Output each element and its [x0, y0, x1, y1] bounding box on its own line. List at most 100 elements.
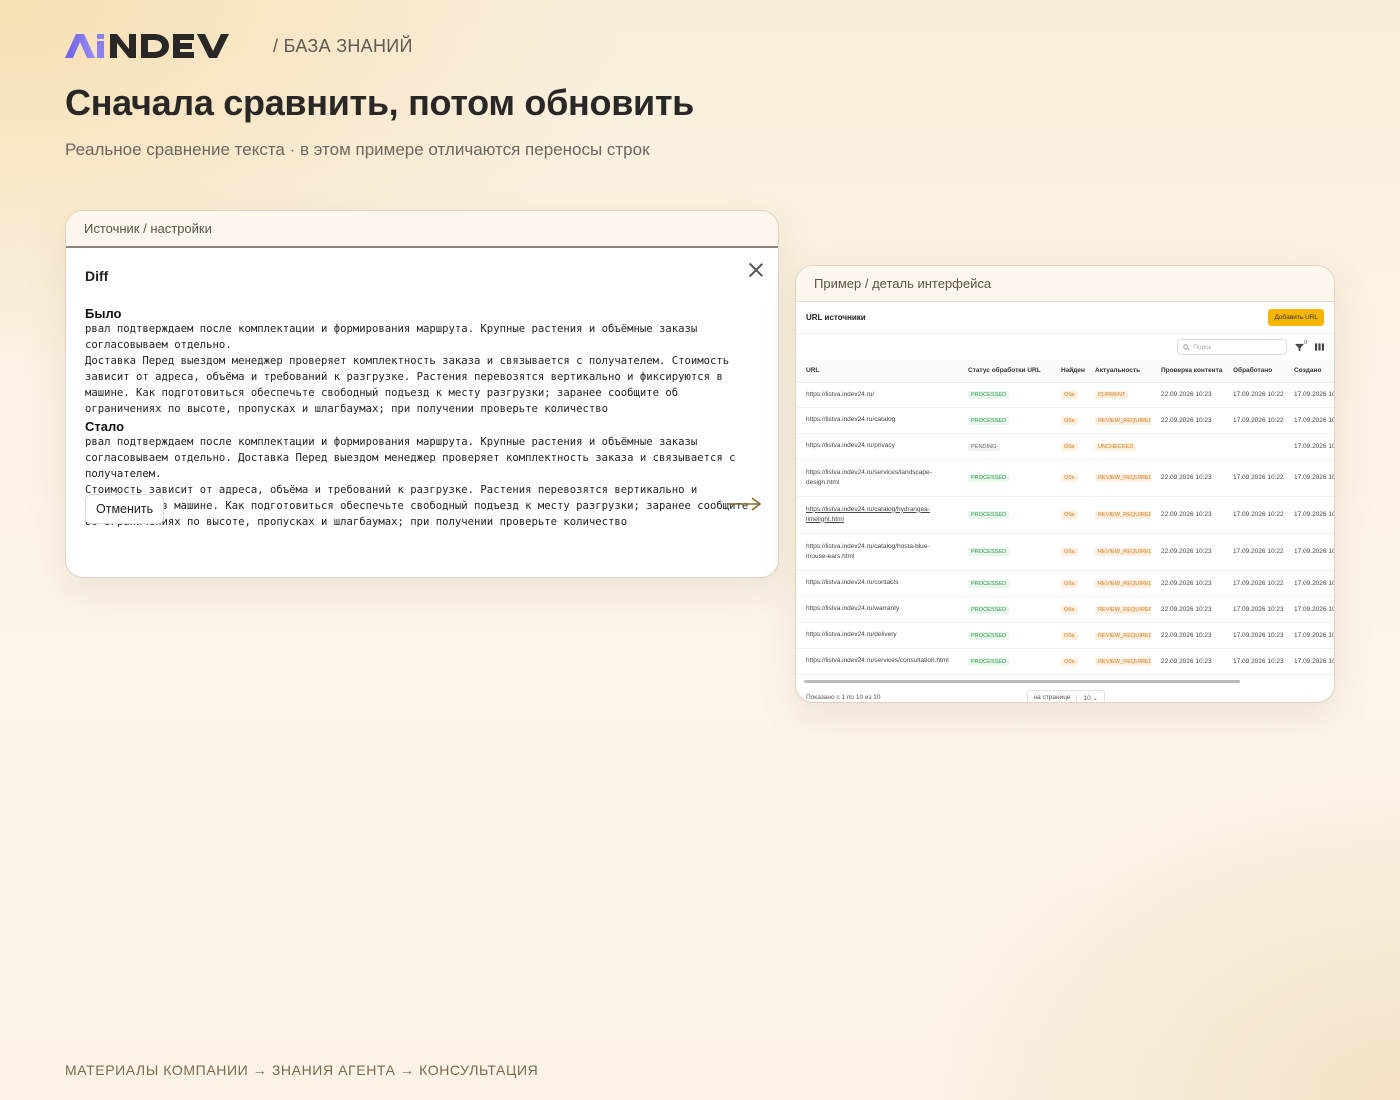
table-cell: PROCESSED: [958, 570, 1051, 597]
table-row[interactable]: https://listva.indev24.ru/services/consu…: [796, 648, 1334, 675]
arrow-right-icon[interactable]: [726, 494, 762, 514]
column-header[interactable]: Статус обработки URL: [958, 360, 1051, 383]
table-cell: REVIEW_REQUIRED: [1085, 533, 1151, 571]
column-header[interactable]: URL: [796, 360, 958, 383]
dialog-title: Diff: [85, 268, 109, 284]
table-cell[interactable]: https://listva.indev24.ru/catalog/hydran…: [796, 496, 958, 534]
table-cell[interactable]: https://listva.indev24.ru/catalog/hosta-…: [796, 533, 958, 571]
table-cell: 17.09.2026 10:22: [1223, 496, 1284, 534]
actuality-badge: REVIEW_REQUIRED: [1095, 548, 1151, 556]
processed-date: 17.09.2026 10:22: [1233, 511, 1284, 518]
filter-icon: [1295, 343, 1305, 352]
found-badge: Оба: [1061, 579, 1078, 588]
url-link[interactable]: https://listva.indev24.ru/catalog: [806, 416, 895, 423]
content-check-date: 22.09.2026 10:23: [1161, 631, 1212, 639]
processed-date: 17.09.2026 10:23: [1233, 605, 1284, 613]
filter-button[interactable]: 0: [1295, 340, 1307, 352]
column-header[interactable]: Создано: [1284, 360, 1334, 383]
table-row[interactable]: https://listva.indev24.ru/warranty PROCES…: [796, 596, 1334, 623]
column-header[interactable]: Обработано: [1223, 360, 1284, 383]
found-badge: Оба: [1061, 442, 1078, 451]
url-link[interactable]: https://listva.indev24.ru/contacts: [806, 579, 899, 586]
before-text: рвал подтверждаем после комплектации и ф…: [85, 323, 730, 415]
table-cell: 22.09.2026 10:23: [1151, 622, 1223, 649]
url-link[interactable]: https://listva.indev24.ru/services/lands…: [806, 469, 932, 486]
table-cell[interactable]: https://listva.indev24.ru/warranty: [796, 596, 958, 623]
content-check-date: 22.09.2026 10:23: [1161, 579, 1212, 587]
url-link[interactable]: https://listva.indev24.ru/services/consu…: [806, 657, 949, 664]
table-cell: 22.09.2026 10:23: [1151, 496, 1223, 534]
url-link[interactable]: https://listva.indev24.ru/: [806, 391, 874, 398]
table-cell: Оба: [1051, 382, 1085, 408]
content-check-date: 22.09.2026 10:23: [1161, 416, 1212, 424]
diff-dialog: Diff Было рвал подтверждаем после компле…: [66, 248, 778, 530]
url-link[interactable]: https://listva.indev24.ru/warranty: [806, 605, 899, 612]
table-cell: 22.09.2026 10:23: [1151, 533, 1223, 571]
found-badge: Оба: [1061, 631, 1078, 640]
url-link[interactable]: https://listva.indev24.ru/privacy: [806, 442, 895, 449]
actuality-badge: REVIEW_REQUIRED: [1095, 657, 1151, 666]
table-cell: 17.09.2026 10: [1284, 648, 1334, 675]
column-header[interactable]: Найден: [1051, 360, 1085, 383]
status-badge: PROCESSED: [968, 474, 1010, 482]
table-cell: Оба: [1051, 407, 1085, 434]
after-label: Стало: [85, 419, 125, 434]
table-cell[interactable]: https://listva.indev24.ru/catalog: [796, 407, 958, 434]
interface-detail-card: Пример / деталь интерфейса URL источники…: [795, 265, 1335, 703]
table-cell: Оба: [1051, 648, 1085, 675]
diff-card-caption: Источник / настройки: [66, 211, 778, 248]
per-page-select[interactable]: на странице 10 ⌄: [1026, 690, 1105, 702]
search-input[interactable]: Поиск: [1177, 339, 1288, 355]
table-cell: Оба: [1051, 459, 1085, 497]
table-row[interactable]: https://listva.indev24.ru/services/lands…: [796, 459, 1335, 497]
table-row[interactable]: https://listva.indev24.ru/PROCESSED Оба CU…: [796, 382, 1334, 408]
table-row[interactable]: https://listva.indev24.ru/catalog/hydran…: [796, 496, 1334, 534]
table-cell: REVIEW_REQUIRED: [1085, 648, 1151, 675]
table-cell: 17.09.2026 10:22: [1223, 407, 1284, 434]
table-cell[interactable]: https://listva.indev24.ru/services/consu…: [796, 648, 958, 675]
url-link[interactable]: https://listva.indev24.ru/delivery: [806, 631, 897, 638]
add-url-button[interactable]: Добавить URL: [1268, 309, 1324, 326]
processed-date: 17.09.2026 10:22: [1233, 548, 1284, 555]
url-link[interactable]: https://listva.indev24.ru/catalog/hydran…: [806, 506, 930, 523]
content-check-date: 22.09.2026 10:23: [1161, 474, 1212, 481]
table-row[interactable]: https://listva.indev24.ru/delivery PROCES…: [796, 622, 1335, 649]
created-date: 17.09.2026 10: [1294, 474, 1335, 481]
per-page-value: 10 ⌄: [1076, 693, 1104, 702]
table-cell[interactable]: https://listva.indev24.ru/delivery: [796, 622, 958, 649]
table-row[interactable]: https://listva.indev24.ru/contacts PROCES…: [796, 570, 1334, 597]
table-cell[interactable]: https://listva.indev24.ru/: [796, 382, 958, 408]
table-row[interactable]: https://listva.indev24.ru/catalog PROCESS…: [796, 407, 1334, 434]
table-cell: PROCESSED: [958, 407, 1051, 434]
table-row[interactable]: https://listva.indev24.ru/catalog/hosta-…: [796, 533, 1334, 571]
table-cell: [1223, 433, 1284, 460]
table-cell: REVIEW_REQUIRED: [1085, 622, 1151, 649]
table-cell: PROCESSED: [958, 533, 1051, 571]
table-cell: Оба: [1051, 433, 1085, 460]
table-row[interactable]: https://listva.indev24.ru/privacy PENDING…: [796, 433, 1335, 460]
content-check-date: 22.09.2026 10:23: [1161, 511, 1212, 518]
created-date: 17.09.2026 10: [1294, 442, 1335, 450]
table-cell: 17.09.2026 10:23: [1223, 596, 1284, 623]
cancel-button[interactable]: Отменить: [85, 494, 165, 524]
table-cell[interactable]: https://listva.indev24.ru/privacy: [796, 433, 958, 460]
horizontal-scrollbar[interactable]: [804, 680, 1240, 683]
column-header[interactable]: Актуальность: [1085, 360, 1151, 383]
table-cell[interactable]: https://listva.indev24.ru/contacts: [796, 570, 958, 597]
close-icon[interactable]: [748, 262, 764, 278]
created-date: 17.09.2026 10: [1294, 631, 1335, 639]
table-cell: 22.09.2026 10:23: [1151, 648, 1223, 675]
processed-date: 17.09.2026 10:23: [1233, 631, 1284, 639]
table-cell: PROCESSED: [958, 459, 1051, 497]
columns-icon[interactable]: [1315, 343, 1324, 351]
brand-logo[interactable]: [65, 30, 251, 62]
table-cell: Оба: [1051, 570, 1085, 597]
table-cell[interactable]: https://listva.indev24.ru/services/lands…: [796, 459, 958, 497]
column-header[interactable]: Проверка контента: [1151, 360, 1223, 383]
table-cell: Оба: [1051, 496, 1085, 534]
found-badge: Оба: [1061, 657, 1078, 666]
url-link[interactable]: https://listva.indev24.ru/catalog/hosta-…: [806, 543, 930, 560]
page-subtitle: Реальное сравнение текста · в этом приме…: [65, 140, 650, 159]
table-cell: PROCESSED: [958, 496, 1051, 534]
table-cell: Оба: [1051, 622, 1085, 649]
